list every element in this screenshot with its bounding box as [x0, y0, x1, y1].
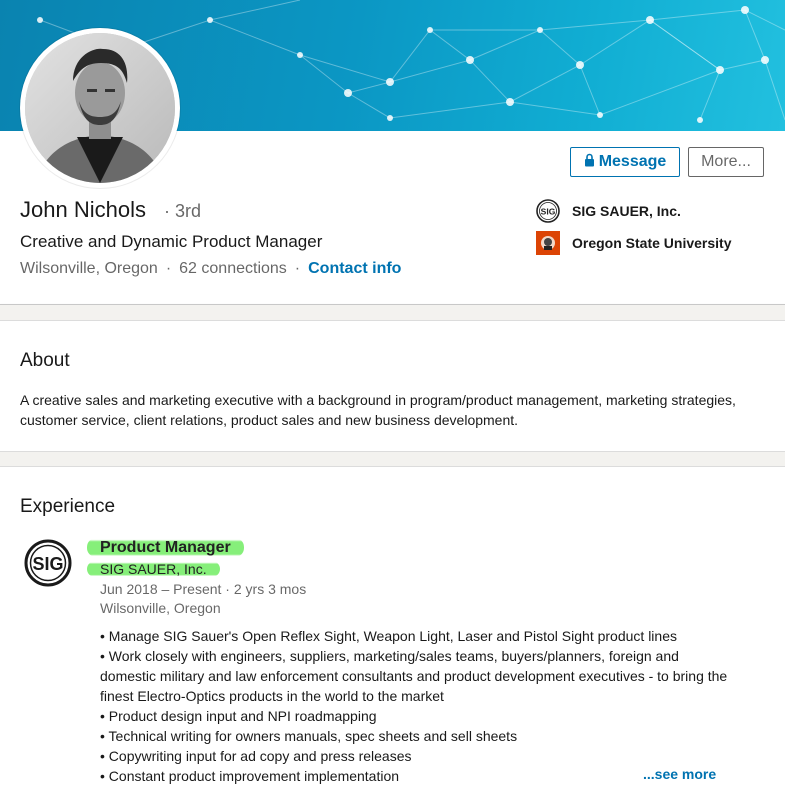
section-divider	[0, 320, 785, 321]
about-title: About	[20, 350, 70, 371]
job-company[interactable]: SIG SAUER, Inc.	[87, 561, 220, 577]
job-dates: Jun 2018 – Present · 2 yrs 3 mos	[100, 581, 307, 597]
description-bullet: • Product design input and NPI roadmappi…	[100, 708, 377, 724]
description-bullet: • Technical writing for owners manuals, …	[100, 728, 518, 744]
job-title[interactable]: Product Manager	[87, 538, 244, 557]
about-text: A creative sales and marketing executive…	[20, 392, 736, 428]
profile-name: John Nichols	[20, 197, 146, 222]
lock-icon	[584, 153, 594, 167]
description-bullet: • Manage SIG Sauer's Open Reflex Sight, …	[100, 628, 677, 644]
experience-title: Experience	[20, 496, 116, 517]
job-description: • Manage SIG Sauer's Open Reflex Sight, …	[100, 626, 730, 786]
company-name: SIG SAUER, Inc.	[572, 203, 681, 219]
location-line: Wilsonville, Oregon · 62 connections · Conta…	[20, 260, 401, 278]
connections-count[interactable]: 62 connections	[179, 260, 287, 277]
contact-info-link[interactable]: Contact info	[308, 260, 401, 277]
degree-separator: ·	[164, 201, 170, 221]
see-more-link[interactable]: ...see more	[643, 766, 716, 782]
job-location: Wilsonville, Oregon	[100, 600, 221, 616]
description-bullet: • Constant product improvement implement…	[100, 768, 400, 784]
message-button-label: Message	[598, 153, 667, 170]
sig-sauer-logo-icon[interactable]: SIG	[24, 539, 72, 587]
profile-headline: Creative and Dynamic Product Manager	[20, 232, 323, 251]
section-divider	[0, 466, 785, 467]
section-gap	[0, 305, 785, 320]
separator-dot: ·	[294, 260, 301, 277]
avatar-portrait	[25, 33, 175, 183]
separator-dot: ·	[165, 260, 172, 277]
profile-photo[interactable]	[20, 28, 180, 188]
osu-logo-icon	[536, 231, 560, 255]
more-button[interactable]: More...	[688, 147, 764, 177]
message-button[interactable]: Message	[570, 147, 680, 177]
school-name: Oregon State University	[572, 235, 732, 251]
degree-label: 3rd	[175, 201, 202, 221]
profile-location: Wilsonville, Oregon	[20, 260, 158, 277]
sig-sauer-logo-icon: SIG	[536, 199, 560, 223]
svg-text:SIG: SIG	[32, 554, 63, 574]
svg-text:SIG: SIG	[541, 207, 556, 217]
section-gap	[0, 452, 785, 466]
description-bullet: • Copywriting input for ad copy and pres…	[100, 748, 412, 764]
description-bullet: • Work closely with engineers, suppliers…	[100, 648, 728, 704]
connection-degree: · 3rd	[164, 201, 201, 222]
